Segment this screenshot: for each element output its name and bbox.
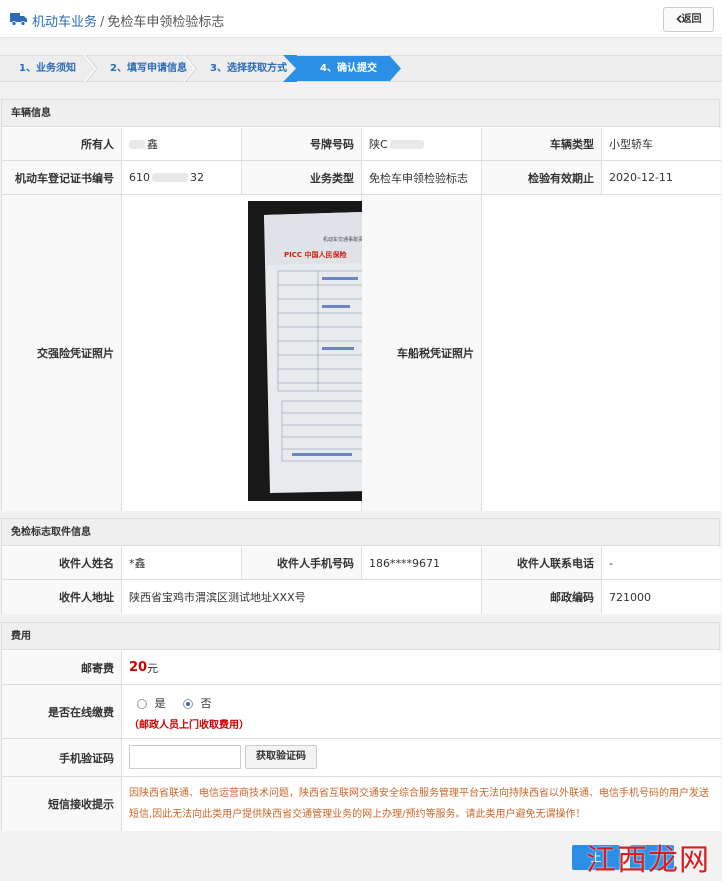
plate-label: 号牌号码 xyxy=(242,128,362,161)
payment-yes-radio[interactable] xyxy=(137,699,147,709)
get-code-button[interactable]: 获取验证码 xyxy=(245,745,317,769)
sms-code-label: 手机验证码 xyxy=(2,739,122,777)
fees-section: 费用 邮寄费 20 元 是否在线缴费 是 否 （邮政人员上门收取费用） 手机验证码… xyxy=(1,622,721,831)
recipient-phone-value: 186****9671 xyxy=(362,547,482,580)
zip-code-label: 邮政编码 xyxy=(482,580,602,614)
sms-notice-text: 因陕西省联通、电信运营商技术问题，陕西省互联网交通安全综合服务管理平台无法向持陕… xyxy=(129,788,709,820)
svg-text:PICC 中国人民保险: PICC 中国人民保险 xyxy=(284,250,347,259)
expire-date-value: 2020-12-11 xyxy=(602,161,721,195)
step-3-label: 3、选择获取方式 xyxy=(210,63,287,74)
section-title: 费用 xyxy=(2,623,719,650)
back-button[interactable]: 返回 xyxy=(663,7,714,32)
sms-code-field: 获取验证码 xyxy=(122,739,721,777)
sms-code-input[interactable] xyxy=(129,745,241,769)
breadcrumb-root[interactable]: 机动车业务 xyxy=(32,15,97,30)
breadcrumb: 机动车业务 / 免检车申领检验标志 xyxy=(32,11,224,30)
online-payment-label: 是否在线缴费 xyxy=(2,685,122,739)
business-type-value: 免检车申领检验标志 xyxy=(362,161,482,195)
tax-photo-cell xyxy=(482,195,721,511)
step-1: 1、业务须知 xyxy=(0,55,98,82)
owner-value: 鑫 xyxy=(122,128,242,161)
online-payment-field: 是 否 （邮政人员上门收取费用） xyxy=(122,685,721,739)
recipient-address-label: 收件人地址 xyxy=(2,580,122,614)
tax-photo-label: 车船税凭证照片 xyxy=(362,195,482,511)
vehicle-info-section: 车辆信息 所有人 鑫 号牌号码 陕C 车辆类型 小型轿车 机动车登记证书编号 6… xyxy=(1,99,721,511)
sms-notice-label: 短信接收提示 xyxy=(2,777,122,831)
postage-amount: 20 xyxy=(129,660,148,675)
step-2: 2、填写申请信息 xyxy=(98,55,197,82)
cert-number-value: 610 32 xyxy=(122,161,242,195)
step-2-label: 2、填写申请信息 xyxy=(110,63,187,74)
recipient-name-label: 收件人姓名 xyxy=(2,547,122,580)
step-1-label: 1、业务须知 xyxy=(19,63,76,74)
recipient-contact-value: - xyxy=(602,547,721,580)
payment-note: （邮政人员上门收取费用） xyxy=(129,720,249,731)
insurance-photo-cell: 机动车交通事故责任强制保险单（正本） PICC 中国人民保险 xyxy=(122,195,474,511)
recipient-name-value: *鑫 xyxy=(122,547,242,580)
section-title: 免检标志取件信息 xyxy=(2,519,719,546)
top-bar: 机动车业务 / 免检车申领检验标志 返回 xyxy=(0,0,722,38)
vehicle-type-label: 车辆类型 xyxy=(482,128,602,161)
pickup-info-section: 免检标志取件信息 收件人姓名 *鑫 收件人手机号码 186****9671 收件… xyxy=(1,518,721,614)
step-arrow-icon xyxy=(84,55,98,82)
truck-icon xyxy=(10,13,27,26)
plate-value: 陕C xyxy=(362,128,482,161)
owner-label: 所有人 xyxy=(2,128,122,161)
step-arrow-icon xyxy=(183,55,197,82)
vehicle-type-value: 小型轿车 xyxy=(602,128,721,161)
payment-no-label: 否 xyxy=(200,697,212,710)
recipient-phone-label: 收件人手机号码 xyxy=(242,547,362,580)
recipient-contact-label: 收件人联系电话 xyxy=(482,547,602,580)
step-arrow-left-icon xyxy=(283,55,297,82)
back-label: 返回 xyxy=(681,14,702,25)
step-4: 4、确认提交 xyxy=(296,56,389,81)
breadcrumb-current: 免检车申领检验标志 xyxy=(107,15,225,30)
postage-label: 邮寄费 xyxy=(2,651,122,685)
cert-number-label: 机动车登记证书编号 xyxy=(2,161,122,195)
expire-date-label: 检验有效期止 xyxy=(482,161,602,195)
breadcrumb-separator: / xyxy=(100,15,105,30)
step-3: 3、选择获取方式 xyxy=(197,56,296,81)
payment-no-radio[interactable] xyxy=(183,699,193,709)
recipient-address-value: 陕西省宝鸡市渭滨区测试地址XXX号 xyxy=(122,580,482,614)
payment-yes-label: 是 xyxy=(154,697,166,710)
sms-notice-field: 因陕西省联通、电信运营商技术问题，陕西省互联网交通安全综合服务管理平台无法向持陕… xyxy=(122,777,721,831)
postage-unit: 元 xyxy=(147,661,159,675)
insurance-photo-label: 交强险凭证照片 xyxy=(2,195,122,511)
zip-code-value: 721000 xyxy=(602,580,721,614)
section-title: 车辆信息 xyxy=(2,100,719,127)
watermark: 江西龙网 xyxy=(586,843,710,878)
postage-value: 20 元 xyxy=(122,651,721,685)
step-4-label: 4、确认提交 xyxy=(320,63,377,74)
step-progress: 1、业务须知 2、填写申请信息 3、选择获取方式 4、确认提交 xyxy=(0,55,722,82)
business-type-label: 业务类型 xyxy=(242,161,362,195)
step-arrow-right-icon xyxy=(389,55,401,82)
